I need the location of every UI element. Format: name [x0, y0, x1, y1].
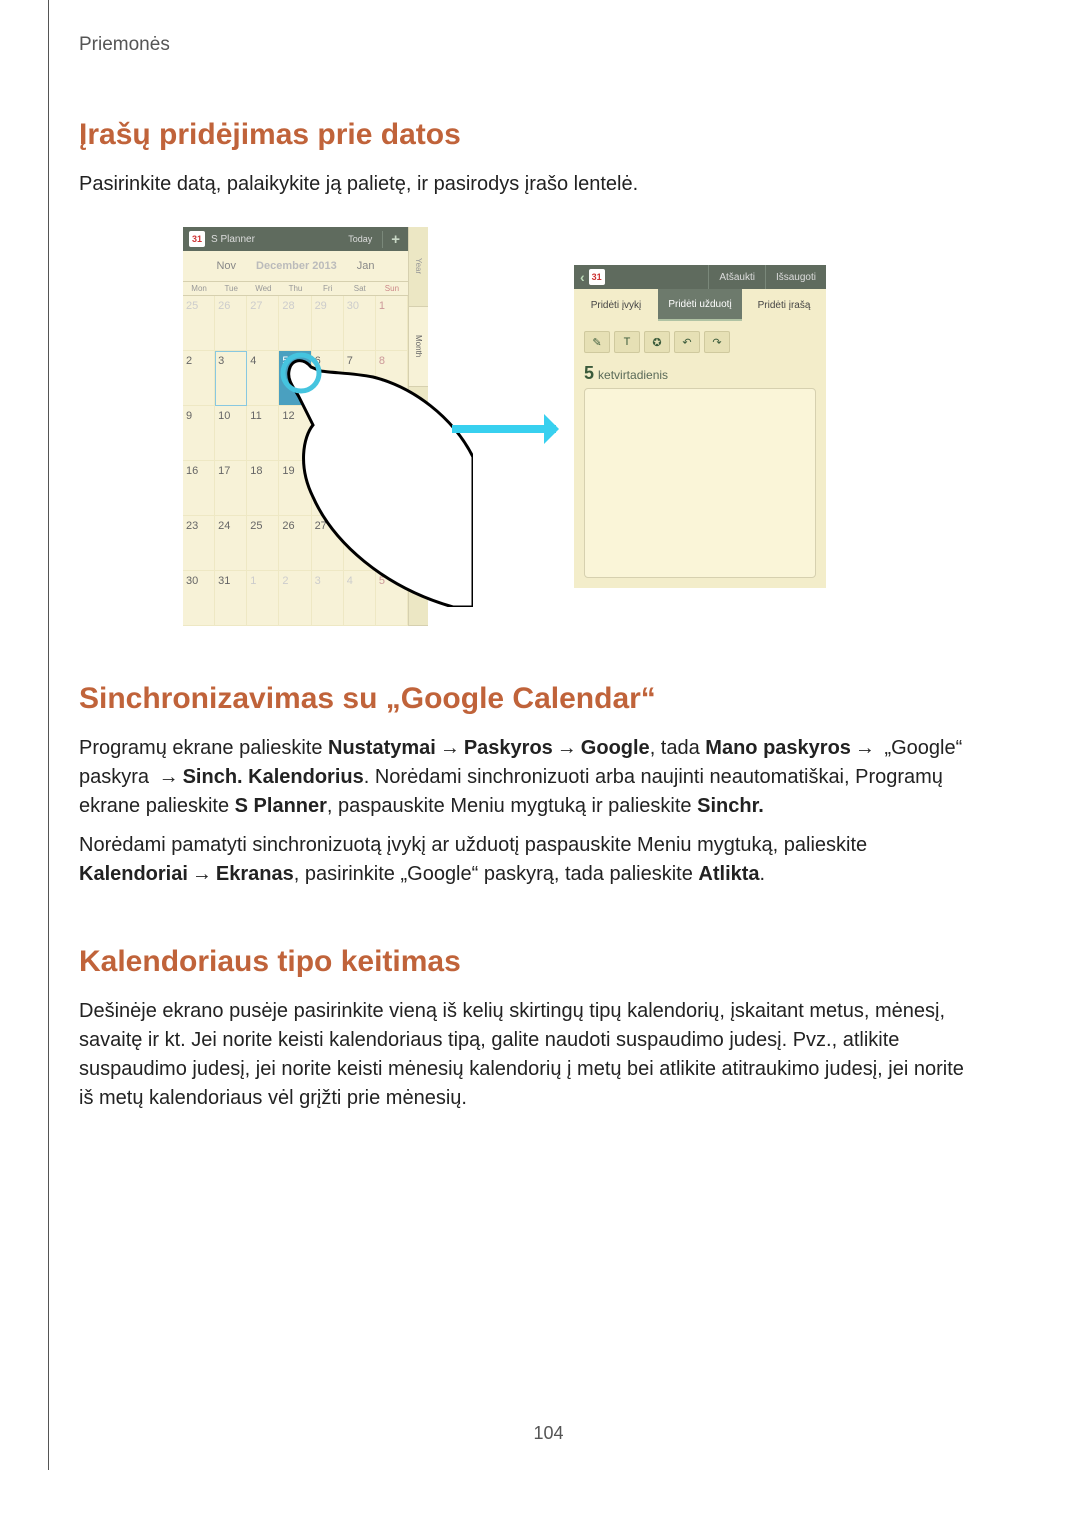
tool-redo-icon[interactable]: ↷ [704, 331, 730, 353]
calendar-day-4[interactable]: 4 [344, 571, 376, 626]
calendar-day-24[interactable]: 24 [215, 516, 247, 571]
calendar-day-22[interactable]: 22 [376, 461, 408, 516]
calendar-day-10[interactable]: 10 [215, 406, 247, 461]
calendar-day-29[interactable]: 29 [376, 516, 408, 571]
note-canvas[interactable] [584, 388, 816, 578]
calendar-day-26[interactable]: 26 [279, 516, 311, 571]
calendar-app-icon: 31 [189, 231, 205, 247]
calendar-day-27[interactable]: 27 [247, 296, 279, 351]
heading-add-entries: Įrašų pridėjimas prie datos [79, 118, 978, 152]
prev-month[interactable]: Nov [216, 260, 236, 272]
calendar-app-title: S Planner [211, 234, 348, 245]
calendar-day-8[interactable]: 8 [376, 351, 408, 406]
calendar-day-1[interactable]: 1 [376, 296, 408, 351]
calendar-day-13[interactable]: 13 [312, 406, 344, 461]
calendar-day-31[interactable]: 31 [215, 571, 247, 626]
calendar-grid[interactable]: 2526272829301234567891011121314151617181… [183, 296, 408, 626]
calendar-day-27[interactable]: 27 [312, 516, 344, 571]
para-s3p1: Dešinėje ekrano pusėje pasirinkite vieną… [79, 997, 978, 1113]
back-chevron-icon[interactable]: ‹ [574, 269, 589, 285]
tool-undo-icon[interactable]: ↶ [674, 331, 700, 353]
calendar-day-4[interactable]: 4 [247, 351, 279, 406]
tab-add-memo[interactable]: Pridėti įrašą [742, 289, 826, 321]
page-header: Priemonės [79, 34, 978, 56]
entry-weekday: ketvirtadienis [598, 368, 668, 382]
calendar-topbar: 31 S Planner Today + [183, 227, 408, 251]
calendar-day-2[interactable]: 2 [279, 571, 311, 626]
calendar-day-3[interactable]: 3 [215, 351, 247, 406]
calendar-day-18[interactable]: 18 [247, 461, 279, 516]
view-tab-list[interactable]: List [409, 466, 428, 546]
para-s2p2: Norėdami pamatyti sinchronizuotą įvykį a… [79, 831, 978, 889]
add-event-button[interactable]: + [382, 231, 408, 248]
calendar-day-6[interactable]: 6 [312, 351, 344, 406]
view-tab-year[interactable]: Year [409, 227, 428, 307]
tab-add-task[interactable]: Pridėti užduotį [658, 289, 742, 321]
calendar-day-14[interactable]: 14 [344, 406, 376, 461]
add-entry-topbar: ‹ 31 Atšaukti Išsaugoti [574, 265, 826, 289]
calendar-day-3[interactable]: 3 [312, 571, 344, 626]
view-tab-month[interactable]: Month [409, 307, 428, 387]
note-toolbar: ✎ T ✪ ↶ ↷ [584, 331, 816, 353]
tab-add-event[interactable]: Pridėti įvykį [574, 289, 658, 321]
tool-pen-icon[interactable]: ✎ [584, 331, 610, 353]
transition-arrow-icon [446, 425, 556, 433]
tool-eraser-icon[interactable]: ✪ [644, 331, 670, 353]
save-button[interactable]: Išsaugoti [765, 265, 826, 289]
entry-date: 5 ketvirtadienis [584, 363, 816, 384]
calendar-day-28[interactable]: 28 [344, 516, 376, 571]
calendar-day-29[interactable]: 29 [312, 296, 344, 351]
view-switcher-sidebar: Year Month Week List Task [408, 227, 428, 626]
today-button[interactable]: Today [348, 234, 382, 244]
calendar-day-17[interactable]: 17 [215, 461, 247, 516]
calendar-day-19[interactable]: 19 [279, 461, 311, 516]
calendar-small-icon: 31 [589, 269, 605, 285]
calendar-day-1[interactable]: 1 [247, 571, 279, 626]
current-year: 2013 [309, 260, 337, 272]
month-switcher[interactable]: Nov December 2013 Jan [183, 251, 408, 281]
calendar-day-26[interactable]: 26 [215, 296, 247, 351]
entry-day-number: 5 [584, 363, 594, 383]
para-s2p1: Programų ekrane palieskite Nustatymai→Pa… [79, 734, 978, 821]
page-number: 104 [49, 1423, 1048, 1444]
calendar-day-25[interactable]: 25 [183, 296, 215, 351]
calendar-day-11[interactable]: 11 [247, 406, 279, 461]
calendar-day-25[interactable]: 25 [247, 516, 279, 571]
cancel-button[interactable]: Atšaukti [708, 265, 765, 289]
heading-sync-google: Sinchronizavimas su „Google Calendar“ [79, 682, 978, 716]
calendar-day-5[interactable]: 5 [376, 571, 408, 626]
calendar-day-5[interactable]: 5 [279, 351, 311, 406]
mock-calendar-month: 31 S Planner Today + Nov December 2013 J… [183, 227, 428, 626]
current-month: December [256, 260, 309, 272]
weekday-header: MonTueWedThuFriSatSun [183, 281, 408, 296]
view-tab-task[interactable]: Task [409, 546, 428, 626]
para-s1p1: Pasirinkite datą, palaikykite ją palietę… [79, 170, 978, 199]
calendar-day-16[interactable]: 16 [183, 461, 215, 516]
next-month[interactable]: Jan [357, 260, 375, 272]
calendar-day-30[interactable]: 30 [183, 571, 215, 626]
heading-change-cal-type: Kalendoriaus tipo keitimas [79, 945, 978, 979]
calendar-day-12[interactable]: 12 [279, 406, 311, 461]
calendar-day-7[interactable]: 7 [344, 351, 376, 406]
calendar-day-28[interactable]: 28 [279, 296, 311, 351]
calendar-day-2[interactable]: 2 [183, 351, 215, 406]
calendar-day-30[interactable]: 30 [344, 296, 376, 351]
calendar-day-9[interactable]: 9 [183, 406, 215, 461]
calendar-day-21[interactable]: 21 [344, 461, 376, 516]
calendar-day-23[interactable]: 23 [183, 516, 215, 571]
mock-add-entry: ‹ 31 Atšaukti Išsaugoti Pridėti įvykį Pr… [574, 265, 826, 588]
tool-text-icon[interactable]: T [614, 331, 640, 353]
figure-row: 31 S Planner Today + Nov December 2013 J… [183, 227, 978, 626]
calendar-day-15[interactable]: 15 [376, 406, 408, 461]
add-entry-tabs: Pridėti įvykį Pridėti užduotį Pridėti įr… [574, 289, 826, 321]
view-tab-week[interactable]: Week [409, 387, 428, 467]
calendar-day-20[interactable]: 20 [312, 461, 344, 516]
